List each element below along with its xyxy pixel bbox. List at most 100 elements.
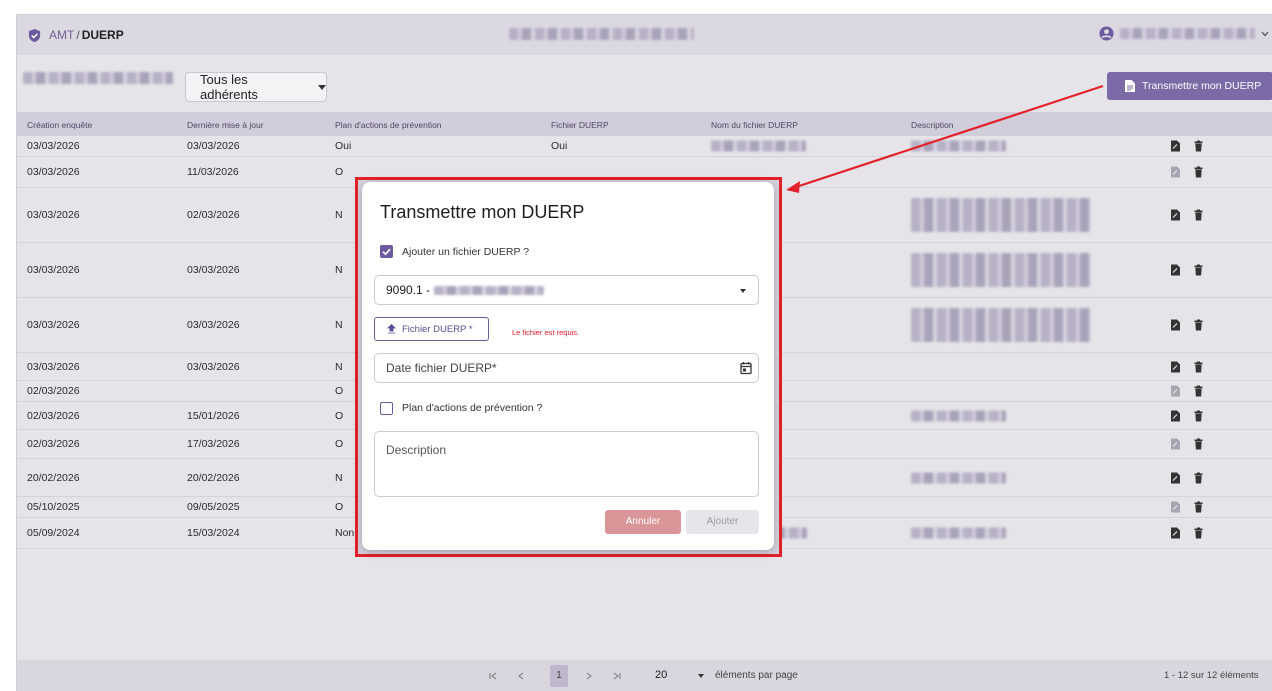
page-button-current[interactable]: 1 [550,665,568,687]
file-edit-icon[interactable] [1171,410,1180,421]
description-redacted [911,140,1006,152]
file-edit-icon[interactable] [1171,166,1180,178]
duerp-date-placeholder: Date fichier DUERP* [386,361,497,375]
cancel-button[interactable]: Annuler [605,510,681,534]
calendar-icon[interactable] [740,361,752,375]
cell-updated: 15/03/2024 [187,527,240,539]
add-file-checkbox-label[interactable]: Ajouter un fichier DUERP ? [402,246,529,258]
pagination-summary: 1 - 12 sur 12 éléments [1164,670,1259,681]
column-header-file[interactable]: Fichier DUERP [551,120,609,130]
trash-icon[interactable] [1194,501,1203,513]
row-actions [1171,140,1203,152]
column-header-updated[interactable]: Dernière mise à jour [187,120,264,130]
cell-updated: 03/03/2026 [187,140,240,152]
top-bar: AMT / DUERP [17,15,1272,55]
add-file-checkbox[interactable] [380,245,393,258]
per-page-caret-icon[interactable] [698,674,704,678]
row-actions [1171,385,1203,397]
column-header-description[interactable]: Description [911,120,954,130]
trash-icon[interactable] [1194,361,1203,372]
cell-created: 02/03/2026 [27,409,80,422]
cell-plan: N [335,264,343,276]
trash-icon[interactable] [1194,140,1203,152]
previous-page-icon[interactable] [517,672,525,680]
cell-updated: 03/03/2026 [187,264,240,276]
file-edit-icon[interactable] [1171,527,1180,539]
trash-icon[interactable] [1194,319,1203,331]
file-required-error: Le fichier est requis. [512,328,580,337]
file-edit-icon[interactable] [1171,140,1180,152]
description-redacted [911,410,1006,421]
first-page-icon[interactable] [489,672,497,680]
column-header-plan[interactable]: Plan d'actions de prévention [335,120,442,130]
description-textarea[interactable]: Description [374,431,759,497]
duerp-file-upload-label: Fichier DUERP * [402,323,473,335]
trash-icon[interactable] [1194,527,1203,539]
file-edit-icon[interactable] [1171,264,1180,276]
breadcrumb-current: DUERP [81,28,124,42]
trash-icon[interactable] [1194,209,1203,221]
member-filter-label: Tous les adhérents [200,72,258,102]
last-page-icon[interactable] [613,672,621,680]
member-select[interactable]: 9090.1 - [374,275,759,305]
cell-created: 05/10/2025 [27,501,80,513]
caret-down-icon [740,289,746,293]
add-button[interactable]: Ajouter [686,510,759,534]
row-actions [1171,472,1203,483]
breadcrumb: AMT / DUERP [49,28,124,42]
file-edit-icon[interactable] [1171,361,1180,372]
row-actions [1171,410,1203,421]
cell-updated: 03/03/2026 [187,319,240,331]
row-actions [1171,319,1203,331]
file-edit-icon[interactable] [1171,209,1180,221]
trash-icon[interactable] [1194,166,1203,178]
user-menu[interactable] [1099,26,1269,41]
upload-icon [387,324,396,334]
duerp-file-upload-button[interactable]: Fichier DUERP * [374,317,489,341]
cell-plan: Oui [335,140,352,152]
pagination-bar: 1 20 éléments par page 1 - 12 sur 12 élé… [17,660,1272,691]
cell-updated: 20/02/2026 [187,471,240,484]
file-edit-icon[interactable] [1171,438,1180,450]
breadcrumb-separator: / [76,28,80,42]
next-page-icon[interactable] [585,672,593,680]
description-redacted [911,198,1091,232]
table-row[interactable]: 03/03/2026 03/03/2026 Oui Oui [17,136,1272,157]
column-header-created[interactable]: Création enquête [27,120,92,130]
member-select-value-redacted [434,285,545,295]
cell-updated: 17/03/2026 [187,438,240,450]
cell-plan: O [335,501,344,513]
trash-icon[interactable] [1194,438,1203,450]
breadcrumb-root[interactable]: AMT [49,28,74,42]
trash-icon[interactable] [1194,410,1203,421]
prevention-plan-checkbox-label[interactable]: Plan d'actions de prévention ? [402,402,542,414]
trash-icon[interactable] [1194,264,1203,276]
file-edit-icon[interactable] [1171,501,1180,513]
cell-created: 03/03/2026 [27,264,80,276]
cell-updated: 09/05/2025 [187,501,240,513]
column-header-filename[interactable]: Nom du fichier DUERP [711,120,798,130]
per-page-select[interactable]: 20 [655,669,667,681]
per-page-label: éléments par page [715,670,798,681]
cell-created: 03/03/2026 [27,209,80,221]
transmit-duerp-dialog: Transmettre mon DUERP Ajouter un fichier… [362,182,774,550]
trash-icon[interactable] [1194,472,1203,483]
file-edit-icon[interactable] [1171,385,1180,397]
duerp-date-field[interactable]: Date fichier DUERP* [374,353,759,383]
cell-plan: Non [335,527,355,539]
prevention-plan-checkbox[interactable] [380,402,393,415]
file-edit-icon[interactable] [1171,472,1180,483]
cell-created: 02/03/2026 [27,385,80,397]
trash-icon[interactable] [1194,385,1203,397]
file-icon [1125,80,1135,92]
cell-plan: O [335,166,344,178]
dialog-title: Transmettre mon DUERP [380,202,585,222]
cell-created: 20/02/2026 [27,471,80,484]
file-edit-icon[interactable] [1171,319,1180,331]
cell-created: 05/09/2024 [27,527,80,539]
description-redacted [911,527,1006,539]
member-filter-dropdown[interactable]: Tous les adhérents [185,72,327,102]
row-actions [1171,264,1203,276]
transmit-duerp-button[interactable]: Transmettre mon DUERP [1107,72,1272,100]
row-actions [1171,166,1203,178]
